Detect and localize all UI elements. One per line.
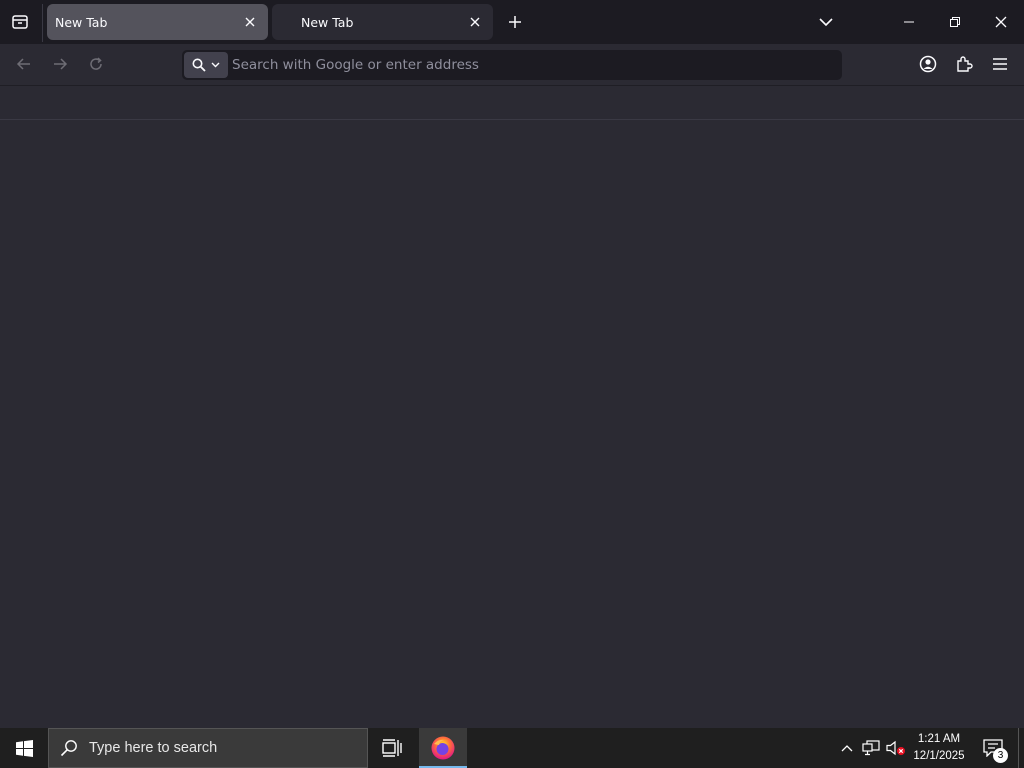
close-icon: [995, 16, 1007, 28]
notification-count-badge: 3: [993, 748, 1008, 763]
restore-button[interactable]: [932, 0, 978, 44]
firefox-icon: [431, 736, 455, 760]
taskbar-search-box[interactable]: [48, 728, 368, 768]
page-content: [0, 120, 1024, 728]
arrow-left-icon: [16, 58, 30, 70]
show-hidden-icons-button[interactable]: [836, 728, 858, 768]
minimize-button[interactable]: [886, 0, 932, 44]
task-view-button[interactable]: [370, 728, 414, 768]
tab-close-button[interactable]: [465, 12, 485, 32]
action-center-button[interactable]: 3: [978, 728, 1008, 768]
list-all-tabs-button[interactable]: [812, 8, 840, 36]
arrow-right-icon: [54, 58, 68, 70]
show-desktop-button[interactable]: [1018, 728, 1024, 768]
clock-date: 12/1/2025: [913, 750, 965, 762]
close-icon: [245, 17, 255, 27]
account-icon: [919, 55, 937, 73]
new-tab-button[interactable]: [501, 8, 529, 36]
hamburger-menu-icon: [993, 58, 1007, 70]
volume-muted-icon: [886, 740, 905, 756]
account-button[interactable]: [914, 50, 942, 78]
reload-icon: [90, 57, 102, 70]
address-input[interactable]: [232, 50, 832, 80]
windows-logo-icon: [15, 739, 33, 757]
search-engine-button[interactable]: [184, 52, 228, 78]
task-view-icon: [382, 739, 402, 757]
puzzle-icon: [957, 56, 973, 72]
tab-separator: [42, 4, 43, 42]
tab-close-button[interactable]: [240, 12, 260, 32]
taskbar-firefox-app[interactable]: [419, 728, 467, 768]
navigation-toolbar: [0, 44, 1024, 85]
system-clock[interactable]: 1:21 AM 12/1/2025: [910, 731, 968, 765]
reload-button[interactable]: [82, 50, 110, 78]
restore-icon: [950, 17, 960, 27]
chevron-down-icon: [211, 62, 220, 68]
plus-icon: [509, 16, 521, 28]
tab-title: New Tab: [301, 14, 354, 30]
forward-button[interactable]: [46, 50, 74, 78]
search-icon: [192, 58, 206, 72]
url-bar: [182, 50, 842, 80]
close-window-button[interactable]: [978, 0, 1024, 44]
clock-time: 1:21 AM: [917, 733, 961, 745]
volume-button[interactable]: [884, 728, 908, 768]
firefox-view-icon: [12, 15, 28, 29]
start-button[interactable]: [0, 728, 48, 768]
tab-strip: New Tab New Tab: [0, 0, 1024, 44]
taskbar-search-input[interactable]: [89, 733, 359, 763]
close-icon: [470, 17, 480, 27]
bookmarks-toolbar: [0, 85, 1024, 120]
tab-new-tab-1[interactable]: New Tab: [47, 4, 268, 40]
tab-title: New Tab: [55, 14, 108, 30]
network-icon: [862, 740, 880, 756]
tab-new-tab-2[interactable]: New Tab: [272, 4, 493, 40]
chevron-up-icon: [841, 745, 853, 752]
app-menu-button[interactable]: [986, 50, 1014, 78]
windows-taskbar: 1:21 AM 12/1/2025 3: [0, 728, 1024, 768]
network-button[interactable]: [860, 728, 882, 768]
extensions-button[interactable]: [950, 50, 978, 78]
search-icon: [59, 738, 79, 758]
back-button[interactable]: [10, 50, 38, 78]
minimize-icon: [904, 21, 914, 23]
firefox-view-button[interactable]: [6, 8, 34, 36]
chevron-down-icon: [819, 18, 833, 27]
